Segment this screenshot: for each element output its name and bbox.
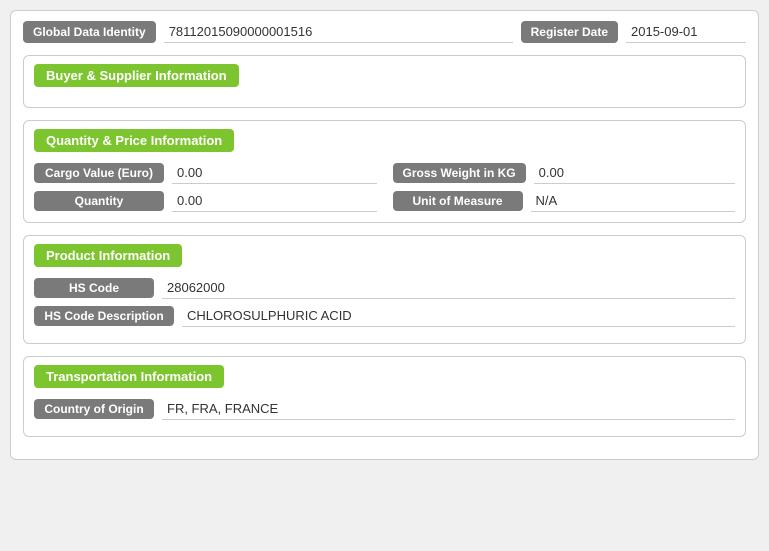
hs-code-label: HS Code [34, 278, 154, 298]
buyer-supplier-title: Buyer & Supplier Information [34, 64, 239, 87]
cargo-value-value: 0.00 [172, 162, 377, 184]
product-section: Product Information HS Code 28062000 HS … [23, 235, 746, 344]
hs-code-desc-label: HS Code Description [34, 306, 174, 326]
header-row: Global Data Identity 7811201509000000151… [23, 21, 746, 43]
quantity-label: Quantity [34, 191, 164, 211]
country-of-origin-row: Country of Origin FR, FRA, FRANCE [34, 398, 735, 420]
gross-weight-label: Gross Weight in KG [393, 163, 526, 183]
transportation-title: Transportation Information [34, 365, 224, 388]
quantity-price-row1: Cargo Value (Euro) 0.00 Gross Weight in … [34, 162, 735, 184]
unit-of-measure-label: Unit of Measure [393, 191, 523, 211]
gross-weight-col: Gross Weight in KG 0.00 [393, 162, 736, 184]
hs-code-desc-row: HS Code Description CHLOROSULPHURIC ACID [34, 305, 735, 327]
register-date-label: Register Date [521, 21, 618, 43]
product-title: Product Information [34, 244, 182, 267]
hs-code-value: 28062000 [162, 277, 735, 299]
transportation-section: Transportation Information Country of Or… [23, 356, 746, 437]
quantity-price-row2: Quantity 0.00 Unit of Measure N/A [34, 190, 735, 212]
buyer-supplier-section: Buyer & Supplier Information [23, 55, 746, 108]
country-of-origin-value: FR, FRA, FRANCE [162, 398, 735, 420]
register-date-value: 2015-09-01 [626, 21, 746, 43]
gdi-value: 78112015090000001516 [164, 21, 513, 43]
cargo-value-label: Cargo Value (Euro) [34, 163, 164, 183]
unit-of-measure-value: N/A [531, 190, 736, 212]
quantity-value: 0.00 [172, 190, 377, 212]
main-container: Global Data Identity 7811201509000000151… [10, 10, 759, 460]
cargo-value-col: Cargo Value (Euro) 0.00 [34, 162, 377, 184]
quantity-col: Quantity 0.00 [34, 190, 377, 212]
country-of-origin-label: Country of Origin [34, 399, 154, 419]
quantity-price-section: Quantity & Price Information Cargo Value… [23, 120, 746, 223]
gross-weight-value: 0.00 [534, 162, 735, 184]
hs-code-desc-value: CHLOROSULPHURIC ACID [182, 305, 735, 327]
hs-code-row: HS Code 28062000 [34, 277, 735, 299]
gdi-label: Global Data Identity [23, 21, 156, 43]
quantity-price-title: Quantity & Price Information [34, 129, 234, 152]
unit-of-measure-col: Unit of Measure N/A [393, 190, 736, 212]
